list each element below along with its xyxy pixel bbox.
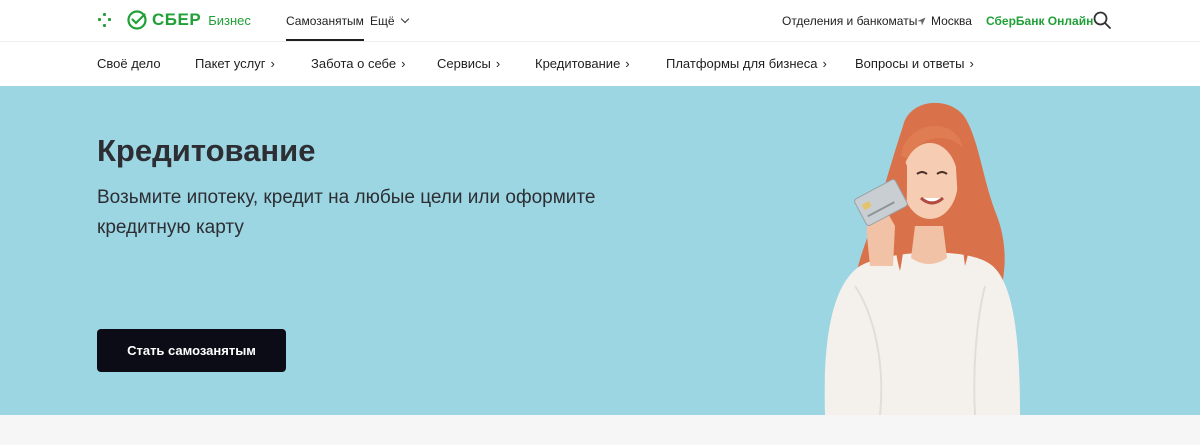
become-self-employed-button[interactable]: Стать самозанятым bbox=[97, 329, 286, 372]
chevron-right-icon: › bbox=[401, 56, 406, 71]
logo-text: СБЕР bbox=[152, 10, 202, 29]
woman-with-card-image bbox=[824, 102, 1020, 415]
chevron-right-icon: › bbox=[625, 56, 630, 71]
subnav-item-label: Своё дело bbox=[97, 56, 161, 71]
subnav-item-self-care[interactable]: Забота о себе › bbox=[311, 56, 405, 71]
subnav-item-services[interactable]: Сервисы › bbox=[437, 56, 500, 71]
tab-more[interactable]: Ещё bbox=[370, 14, 409, 28]
top-header: СБЕР Бизнес Самозанятым Ещё Отделения и … bbox=[0, 0, 1200, 41]
city-label: Москва bbox=[931, 14, 972, 28]
page-title: Кредитование bbox=[97, 133, 316, 168]
hero-banner: Кредитование Возьмите ипотеку, кредит на… bbox=[0, 86, 1200, 415]
search-icon[interactable] bbox=[1093, 11, 1111, 29]
chevron-right-icon: › bbox=[495, 56, 501, 71]
hero-subtitle: Возьмите ипотеку, кредит на любые цели и… bbox=[97, 187, 596, 238]
logo-subtitle: Бизнес bbox=[208, 12, 251, 28]
apps-icon[interactable] bbox=[98, 13, 112, 27]
location-icon bbox=[917, 16, 926, 26]
subnav-item-service-package[interactable]: Пакет услуг › bbox=[195, 56, 275, 71]
tab-self-employed[interactable]: Самозанятым bbox=[286, 14, 364, 41]
subnav-item-label: Пакет услуг bbox=[195, 56, 266, 71]
subnav-item-platforms[interactable]: Платформы для бизнеса › bbox=[666, 56, 827, 71]
subnav-item-faq[interactable]: Вопросы и ответы › bbox=[855, 56, 974, 71]
city-selector[interactable]: Москва bbox=[917, 14, 972, 28]
subnav-item-label: Вопросы и ответы bbox=[855, 56, 965, 71]
chevron-down-icon bbox=[400, 14, 409, 24]
chevron-right-icon: › bbox=[822, 56, 827, 71]
chevron-right-icon: › bbox=[969, 56, 974, 71]
subnav-item-own-business[interactable]: Своё дело bbox=[97, 56, 161, 71]
branches-link[interactable]: Отделения и банкоматы bbox=[782, 14, 917, 28]
subnav-item-label: Сервисы bbox=[437, 56, 491, 71]
subnav-item-label: Платформы для бизнеса bbox=[666, 56, 818, 71]
page-bottom-strip bbox=[0, 415, 1200, 445]
sber-business-logo[interactable]: СБЕР Бизнес bbox=[127, 9, 251, 31]
section-nav: Своё дело Пакет услуг › Забота о себе › Се… bbox=[0, 41, 1200, 86]
tab-more-label: Ещё bbox=[370, 14, 395, 28]
subnav-item-label: Кредитование bbox=[535, 56, 621, 71]
subnav-item-lending[interactable]: Кредитование › bbox=[535, 56, 630, 71]
subnav-item-label: Забота о себе bbox=[311, 56, 397, 71]
sberbank-online-link[interactable]: СберБанк Онлайн bbox=[986, 14, 1093, 28]
chevron-right-icon: › bbox=[270, 56, 275, 71]
sber-logo-icon bbox=[127, 10, 147, 30]
